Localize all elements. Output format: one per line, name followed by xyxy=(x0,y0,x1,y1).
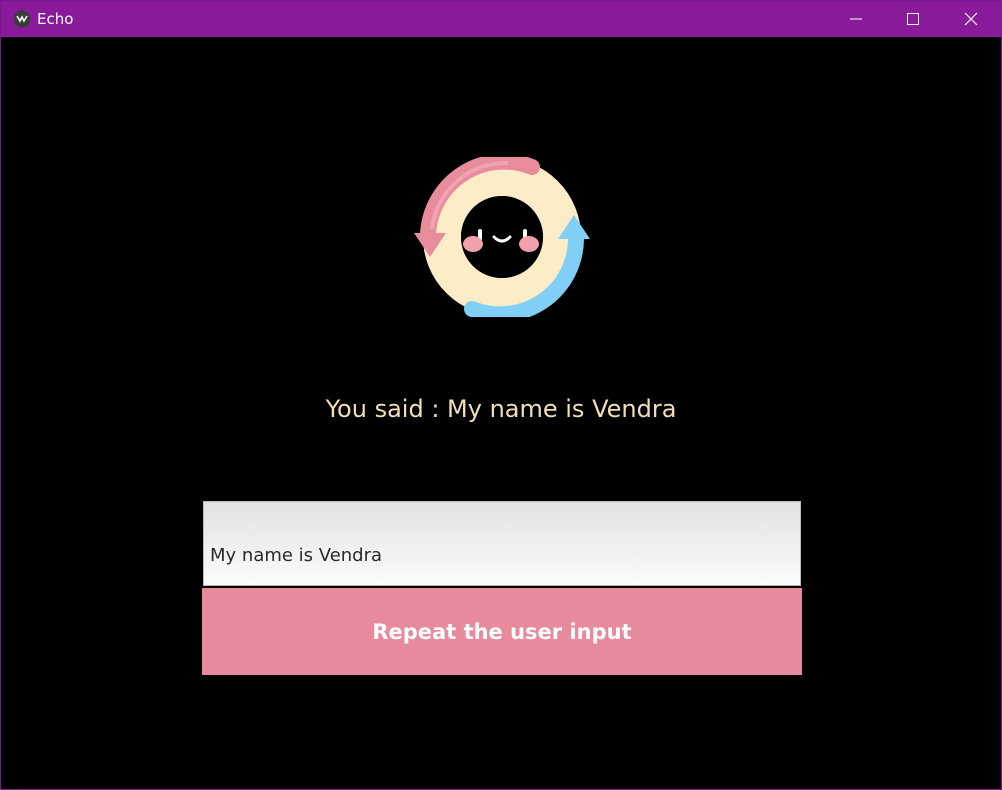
echo-logo-icon xyxy=(414,157,590,317)
app-window: Echo You said: My name is Vendra My nam… xyxy=(0,0,1002,790)
echo-output-label: You said : My name is Vendra xyxy=(325,395,677,423)
main-content: You said : My name is Vendra Repeat the … xyxy=(1,37,1001,789)
close-icon xyxy=(964,12,978,26)
title-bar[interactable]: Echo xyxy=(1,1,1001,37)
window-title: Echo xyxy=(37,10,74,28)
minimize-button[interactable] xyxy=(827,1,885,37)
kivy-logo-icon xyxy=(13,10,31,28)
close-button[interactable] xyxy=(942,1,1000,37)
maximize-button[interactable] xyxy=(884,1,942,37)
user-input-field[interactable] xyxy=(203,501,801,586)
minimize-icon xyxy=(850,18,862,20)
maximize-icon xyxy=(907,13,919,25)
repeat-button[interactable]: Repeat the user input xyxy=(202,588,802,675)
